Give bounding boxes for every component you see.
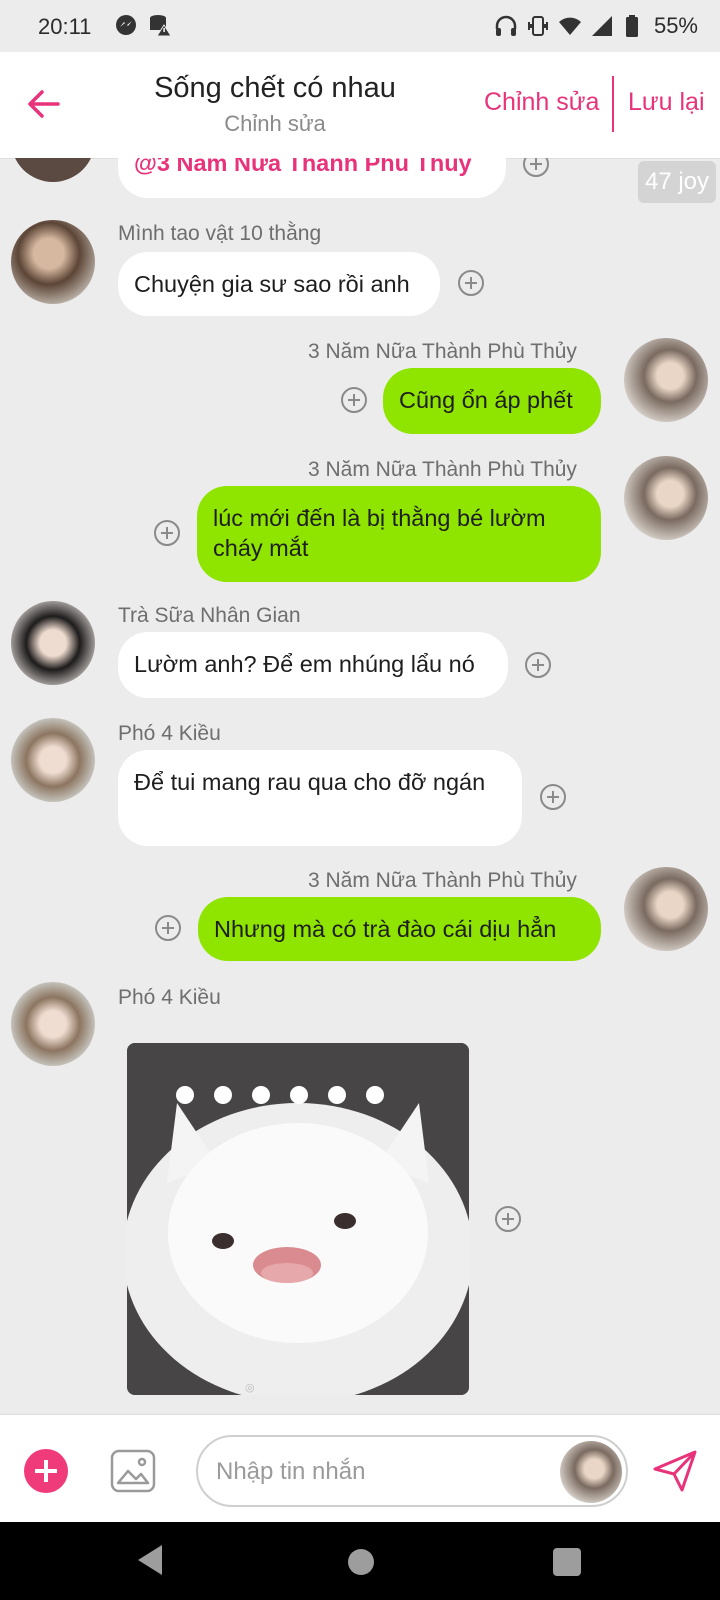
status-time: 20:11 <box>38 14 92 39</box>
avatar[interactable] <box>624 867 708 951</box>
title-block: Sống chết có nhau Chỉnh sửa <box>130 72 420 137</box>
react-plus-icon[interactable] <box>523 158 549 177</box>
message-input-bar: Nhập tin nhắn <box>0 1414 720 1523</box>
nav-recent-icon[interactable] <box>553 1548 581 1576</box>
messenger-icon <box>116 15 136 35</box>
react-plus-icon[interactable] <box>341 387 367 413</box>
vibrate-icon <box>527 16 548 36</box>
message-bubble[interactable]: Nhưng mà có trà đào cái dịu hẳn <box>198 897 601 961</box>
save-button[interactable]: Lưu lại <box>628 88 705 117</box>
avatar[interactable] <box>11 220 95 304</box>
sticker-avatar[interactable] <box>560 1441 622 1503</box>
send-icon[interactable] <box>652 1449 698 1493</box>
avatar[interactable] <box>11 718 95 802</box>
header-divider <box>612 76 614 132</box>
chat-area[interactable]: @3 Năm Nữa Thành Phù Thủy 47 joy Mình ta… <box>0 158 720 1414</box>
sender-name: 3 Năm Nữa Thành Phù Thủy <box>308 340 577 363</box>
react-plus-icon[interactable] <box>154 520 180 546</box>
sender-name: Phó 4 Kiều <box>118 986 221 1009</box>
system-nav-bar <box>0 1522 720 1600</box>
message-bubble[interactable]: Cũng ổn áp phết <box>383 368 601 434</box>
add-attachment-button[interactable] <box>24 1449 68 1493</box>
status-bar: 20:11 55% <box>0 0 720 52</box>
battery-percent: 55% <box>653 13 698 38</box>
message-bubble[interactable]: Chuyện gia sư sao rồi anh <box>118 252 440 316</box>
avatar[interactable] <box>624 456 708 540</box>
nav-home-icon[interactable] <box>348 1549 374 1575</box>
cat-photo: ◎ <box>127 1043 469 1395</box>
svg-text:◎: ◎ <box>245 1381 255 1394</box>
sender-name: 3 Năm Nữa Thành Phù Thủy <box>308 869 577 892</box>
message-input[interactable]: Nhập tin nhắn <box>196 1435 628 1507</box>
avatar[interactable] <box>11 158 95 182</box>
message-placeholder: Nhập tin nhắn <box>216 1458 366 1485</box>
message-bubble[interactable]: lúc mới đến là bị thằng bé lườm cháy mắt <box>197 486 601 582</box>
avatar[interactable] <box>11 982 95 1066</box>
react-plus-icon[interactable] <box>458 270 484 296</box>
joy-badge: 47 joy <box>638 161 716 203</box>
sender-name: 3 Năm Nữa Thành Phù Thủy <box>308 458 577 481</box>
react-plus-icon[interactable] <box>540 784 566 810</box>
image-attachment[interactable]: ◎ <box>127 1043 469 1395</box>
message-bubble[interactable]: Lườm anh? Để em nhúng lẩu nó <box>118 632 508 698</box>
avatar[interactable] <box>624 338 708 422</box>
react-plus-icon[interactable] <box>495 1206 521 1232</box>
edit-button[interactable]: Chỉnh sửa <box>484 88 599 117</box>
page-subtitle: Chỉnh sửa <box>224 111 326 136</box>
headphones-icon <box>495 15 517 36</box>
wifi-icon <box>558 17 581 35</box>
sender-name: Phó 4 Kiều <box>118 722 221 745</box>
sender-name: Trà Sữa Nhân Gian <box>118 604 301 627</box>
react-plus-icon[interactable] <box>155 915 181 941</box>
mention-text[interactable]: @3 Năm Nữa Thành Phù Thủy <box>134 158 472 176</box>
message-bubble[interactable]: @3 Năm Nữa Thành Phù Thủy <box>118 158 506 198</box>
react-plus-icon[interactable] <box>525 652 551 678</box>
page-title: Sống chết có nhau <box>154 72 396 104</box>
message-bubble[interactable]: Để tui mang rau qua cho đỡ ngán <box>118 750 522 846</box>
gallery-icon[interactable] <box>110 1449 156 1493</box>
avatar[interactable] <box>11 601 95 685</box>
signal-icon <box>591 16 612 36</box>
battery-icon <box>625 15 638 37</box>
sender-name: Mình tao vật 10 thằng <box>118 222 322 245</box>
database-warning-icon <box>150 15 172 37</box>
chat-header: Sống chết có nhau Chỉnh sửa Chỉnh sửa Lư… <box>0 52 720 159</box>
back-arrow-icon[interactable] <box>24 84 64 124</box>
nav-back-icon[interactable] <box>136 1543 164 1577</box>
